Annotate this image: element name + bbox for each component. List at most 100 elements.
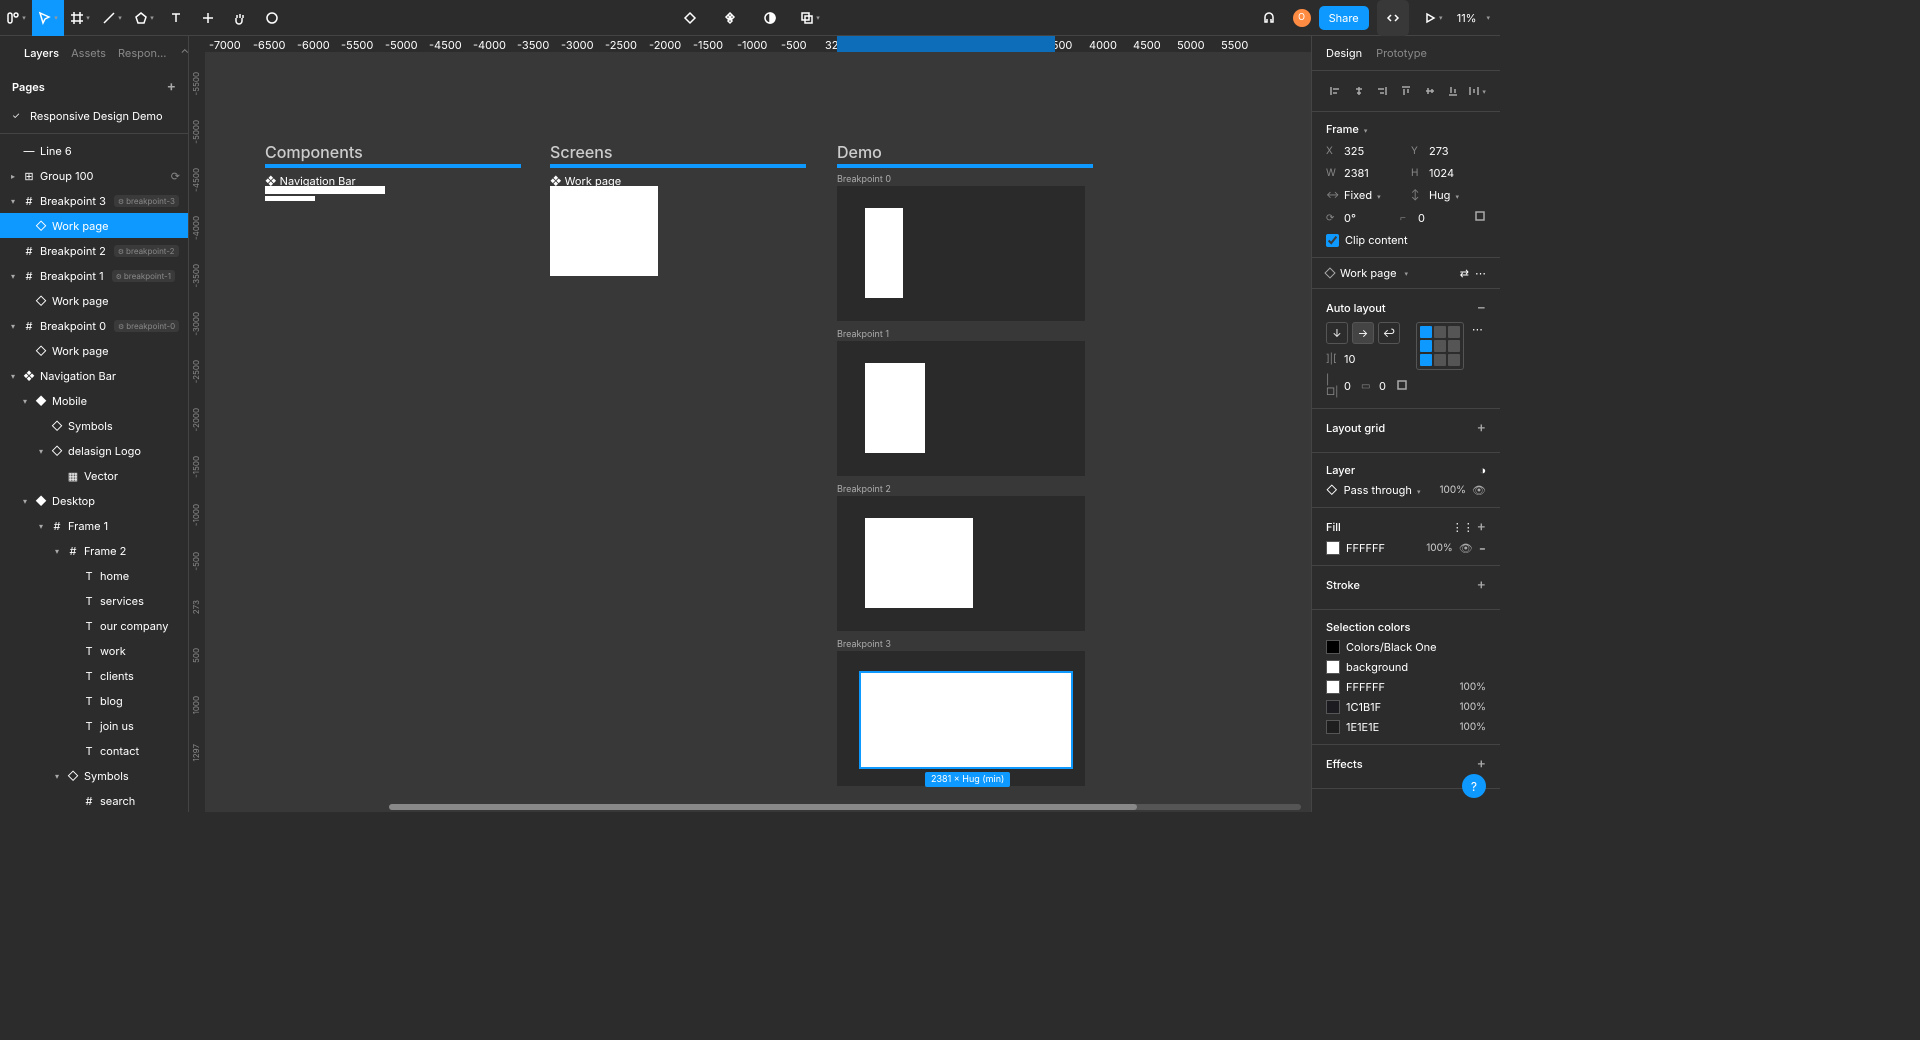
expand-toggle[interactable]: ▾ xyxy=(8,271,18,281)
wmode-select[interactable]: Fixed ▾ xyxy=(1344,188,1381,202)
demo-bp0-bg[interactable] xyxy=(837,186,1085,321)
frame-label-bp3[interactable]: Breakpoint 3 xyxy=(837,639,891,650)
layer-row[interactable]: —Line 6 xyxy=(0,138,188,163)
zoom-level[interactable]: 11% xyxy=(1457,11,1477,25)
chevron-down-icon[interactable]: ⌃ xyxy=(180,46,189,60)
fill-swatch[interactable] xyxy=(1326,541,1340,555)
move-tool[interactable]: ▾ xyxy=(32,0,64,36)
resource-tool[interactable] xyxy=(192,0,224,36)
layer-row[interactable]: Tservices xyxy=(0,588,188,613)
text-tool[interactable] xyxy=(160,0,192,36)
present-button[interactable]: ▾ xyxy=(1417,0,1449,36)
tab-prototype[interactable]: Prototype xyxy=(1376,46,1427,60)
clip-content-checkbox[interactable] xyxy=(1326,234,1339,247)
expand-toggle[interactable]: ▾ xyxy=(8,196,18,206)
page-dropdown[interactable]: Respon... xyxy=(118,46,166,60)
align-left[interactable] xyxy=(1326,81,1344,101)
pen-tool[interactable]: ▾ xyxy=(96,0,128,36)
screen-work-page[interactable] xyxy=(550,186,658,276)
align-hcenter[interactable] xyxy=(1350,81,1368,101)
layer-settings[interactable]: ◑ xyxy=(1479,463,1486,477)
layer-row[interactable]: ◇Work page xyxy=(0,288,188,313)
fill-visibility[interactable]: 👁 xyxy=(1459,541,1473,555)
align-vcenter[interactable] xyxy=(1421,81,1439,101)
hand-tool[interactable] xyxy=(224,0,256,36)
demo-bp2-bg[interactable] xyxy=(837,496,1085,631)
add-page-button[interactable]: + xyxy=(167,78,176,95)
boolean-tool[interactable]: ▾ xyxy=(794,0,826,36)
comment-tool[interactable] xyxy=(256,0,288,36)
layer-row[interactable]: ▾◇delasign Logo xyxy=(0,438,188,463)
frame-label-bp2[interactable]: Breakpoint 2 xyxy=(837,484,891,495)
expand-toggle[interactable]: ▾ xyxy=(36,521,46,531)
share-button[interactable]: Share xyxy=(1319,6,1369,30)
frame-label-bp0[interactable]: Breakpoint 0 xyxy=(837,174,891,185)
padv-input[interactable]: 0 xyxy=(1379,379,1386,393)
layer-row[interactable]: ▾◇Symbols xyxy=(0,763,188,788)
layer-row[interactable]: ◇Symbols xyxy=(0,413,188,438)
frame-label-bp1[interactable]: Breakpoint 1 xyxy=(837,329,889,340)
main-menu[interactable]: ▾ xyxy=(0,0,32,36)
blend-mode[interactable]: Pass through ▾ xyxy=(1344,483,1421,497)
layer-row[interactable]: ▾◆Desktop xyxy=(0,488,188,513)
add-grid[interactable]: + xyxy=(1477,419,1486,436)
expand-toggle[interactable]: ▾ xyxy=(20,496,30,506)
layer-row[interactable]: ◇Work page xyxy=(0,338,188,363)
fill-remove[interactable]: − xyxy=(1479,541,1486,555)
radius-input[interactable]: 0 xyxy=(1418,211,1425,225)
al-horizontal[interactable]: → xyxy=(1352,322,1374,344)
user-avatar[interactable]: O xyxy=(1293,9,1311,27)
autolayout-remove[interactable]: − xyxy=(1477,299,1486,316)
rotation-input[interactable]: 0° xyxy=(1344,211,1356,225)
add-fill[interactable]: + xyxy=(1477,518,1486,535)
expand-toggle[interactable]: ▾ xyxy=(8,321,18,331)
layer-row[interactable]: ▾❖Navigation Bar xyxy=(0,363,188,388)
component-nav-bar-mobile[interactable] xyxy=(265,196,315,201)
canvas-scrollbar-h[interactable] xyxy=(389,804,1301,810)
fill-opacity[interactable]: 100% xyxy=(1426,542,1453,554)
layer-row[interactable]: ▾◆Mobile xyxy=(0,388,188,413)
layer-row[interactable]: Tcontact xyxy=(0,738,188,763)
instance-swap[interactable]: ⇄ xyxy=(1460,266,1469,280)
tab-layers[interactable]: Layers xyxy=(24,46,59,60)
al-vertical[interactable]: ↓ xyxy=(1326,322,1348,344)
align-top[interactable] xyxy=(1397,81,1415,101)
color-swatch[interactable] xyxy=(1326,680,1340,694)
layer-row[interactable]: ▦Vector xyxy=(0,463,188,488)
fill-style[interactable]: ⋮⋮ xyxy=(1452,520,1474,534)
demo-bp3-frame-selected[interactable] xyxy=(861,673,1071,767)
fill-hex[interactable]: FFFFFF xyxy=(1346,541,1385,555)
color-swatch[interactable] xyxy=(1326,700,1340,714)
w-input[interactable]: 2381 xyxy=(1344,166,1369,180)
expand-toggle[interactable]: ▾ xyxy=(36,446,46,456)
canvas-viewport[interactable]: Components ❖ Navigation Bar Screens ❖ Wo… xyxy=(205,52,1311,812)
al-nine-box[interactable] xyxy=(1416,322,1464,370)
gap-input[interactable]: 10 xyxy=(1344,352,1355,366)
mask-tool[interactable] xyxy=(754,0,786,36)
y-input[interactable]: 273 xyxy=(1429,144,1449,158)
expand-toggle[interactable]: ▾ xyxy=(20,396,30,406)
layer-opacity[interactable]: 100% xyxy=(1439,484,1466,496)
dev-mode-button[interactable] xyxy=(1377,0,1409,36)
layer-row[interactable]: Tblog xyxy=(0,688,188,713)
expand-toggle[interactable]: ▾ xyxy=(52,771,62,781)
distribute[interactable]: ▾ xyxy=(1468,81,1486,101)
frame-tool[interactable]: ▾ xyxy=(64,0,96,36)
layer-row[interactable]: Tjoin us xyxy=(0,713,188,738)
padh-input[interactable]: 0 xyxy=(1344,379,1351,393)
selcolor-row[interactable]: background xyxy=(1326,660,1486,674)
layer-row[interactable]: Thome xyxy=(0,563,188,588)
al-wrap[interactable]: ↩ xyxy=(1378,322,1400,344)
layer-row[interactable]: ▾#Breakpoint 1breakpoint-1 xyxy=(0,263,188,288)
visibility-toggle[interactable]: 👁 xyxy=(1472,483,1486,497)
radius-per-corner[interactable] xyxy=(1474,210,1486,225)
layer-row[interactable]: ▾#Breakpoint 3breakpoint-3 xyxy=(0,188,188,213)
selcolor-row[interactable]: 1E1E1E100% xyxy=(1326,720,1486,734)
dev-mode-toggle[interactable] xyxy=(674,0,706,36)
audio-button[interactable] xyxy=(1253,0,1285,36)
layer-row[interactable]: ▾#Breakpoint 0breakpoint-0 xyxy=(0,313,188,338)
layer-row[interactable]: Twork xyxy=(0,638,188,663)
selcolor-row[interactable]: 1C1B1F100% xyxy=(1326,700,1486,714)
component-tool[interactable] xyxy=(714,0,746,36)
tab-assets[interactable]: Assets xyxy=(71,46,106,60)
